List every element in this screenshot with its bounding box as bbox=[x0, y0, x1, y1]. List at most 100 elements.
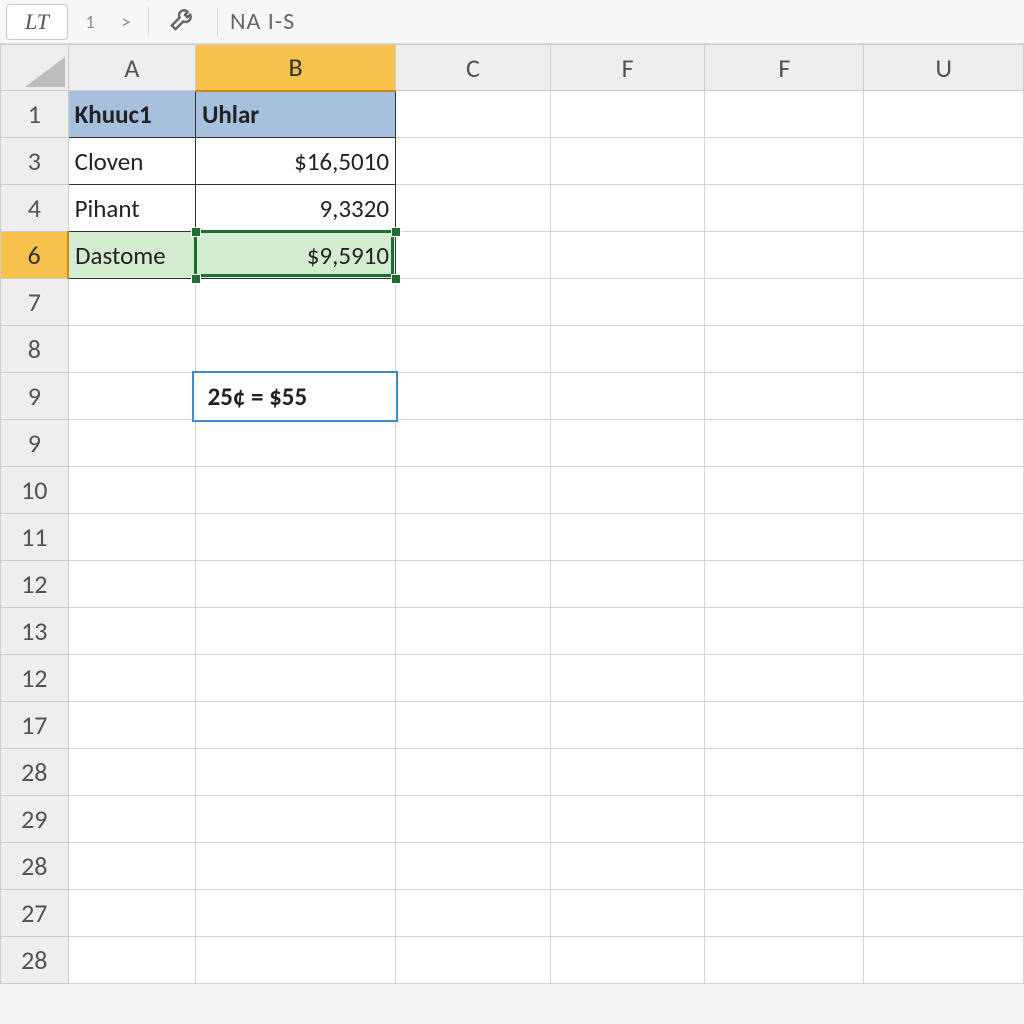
cell[interactable] bbox=[550, 420, 705, 467]
cell[interactable] bbox=[396, 514, 551, 561]
cell[interactable] bbox=[705, 655, 864, 702]
cell[interactable] bbox=[864, 420, 1024, 467]
column-header-B[interactable]: B bbox=[196, 45, 396, 91]
cell[interactable] bbox=[705, 561, 864, 608]
cell[interactable] bbox=[68, 937, 195, 984]
cell[interactable] bbox=[705, 796, 864, 843]
cell[interactable] bbox=[864, 890, 1024, 937]
column-header-A[interactable]: A bbox=[68, 45, 195, 91]
cell[interactable] bbox=[396, 937, 551, 984]
cell[interactable] bbox=[550, 655, 705, 702]
cell[interactable] bbox=[864, 91, 1024, 138]
row-header[interactable]: 4 bbox=[1, 185, 69, 232]
cell[interactable] bbox=[705, 420, 864, 467]
cell[interactable] bbox=[864, 514, 1024, 561]
column-header-F2[interactable]: F bbox=[705, 45, 864, 91]
cell[interactable] bbox=[705, 702, 864, 749]
row-header[interactable]: 1 bbox=[1, 91, 69, 138]
cell[interactable] bbox=[550, 373, 705, 420]
cell[interactable] bbox=[864, 843, 1024, 890]
cell[interactable] bbox=[864, 467, 1024, 514]
cell[interactable] bbox=[396, 890, 551, 937]
cell[interactable] bbox=[68, 279, 195, 326]
cell[interactable] bbox=[196, 890, 396, 937]
cell[interactable] bbox=[864, 796, 1024, 843]
row-header[interactable]: 17 bbox=[1, 702, 69, 749]
cell[interactable] bbox=[396, 796, 551, 843]
cell[interactable] bbox=[396, 420, 551, 467]
cell[interactable] bbox=[550, 467, 705, 514]
cell[interactable] bbox=[196, 420, 396, 467]
cell[interactable] bbox=[68, 608, 195, 655]
row-header[interactable]: 9 bbox=[1, 373, 69, 420]
cell[interactable] bbox=[864, 373, 1024, 420]
cell[interactable] bbox=[68, 467, 195, 514]
cell[interactable] bbox=[68, 890, 195, 937]
cell[interactable] bbox=[396, 138, 551, 185]
cell[interactable] bbox=[705, 326, 864, 373]
cell[interactable] bbox=[705, 749, 864, 796]
row-header[interactable]: 28 bbox=[1, 937, 69, 984]
cell[interactable] bbox=[705, 937, 864, 984]
cell[interactable] bbox=[550, 608, 705, 655]
nav-prev-button[interactable]: 1 bbox=[76, 4, 104, 40]
cell[interactable] bbox=[196, 561, 396, 608]
cell[interactable] bbox=[68, 796, 195, 843]
cell[interactable]: Dastome bbox=[68, 232, 195, 279]
cell[interactable] bbox=[705, 232, 864, 279]
cell[interactable] bbox=[68, 561, 195, 608]
cell[interactable] bbox=[864, 937, 1024, 984]
cell[interactable] bbox=[396, 91, 551, 138]
cell[interactable] bbox=[196, 796, 396, 843]
row-header[interactable]: 6 bbox=[1, 232, 69, 279]
cell[interactable] bbox=[550, 326, 705, 373]
cell[interactable] bbox=[396, 702, 551, 749]
cell[interactable] bbox=[68, 749, 195, 796]
cell[interactable] bbox=[705, 373, 864, 420]
cell[interactable] bbox=[396, 561, 551, 608]
cell[interactable]: Cloven bbox=[68, 138, 195, 185]
cell[interactable]: $9,5910 bbox=[196, 232, 396, 279]
cell[interactable] bbox=[68, 326, 195, 373]
cell[interactable] bbox=[196, 749, 396, 796]
floating-value-box[interactable]: 25¢ = $55 bbox=[192, 371, 398, 422]
cell[interactable] bbox=[705, 514, 864, 561]
cell[interactable] bbox=[396, 843, 551, 890]
cell[interactable] bbox=[396, 373, 551, 420]
cell[interactable] bbox=[864, 608, 1024, 655]
cell[interactable] bbox=[550, 232, 705, 279]
cell[interactable] bbox=[550, 749, 705, 796]
cell[interactable] bbox=[196, 655, 396, 702]
cell[interactable] bbox=[550, 138, 705, 185]
cell[interactable] bbox=[550, 843, 705, 890]
cell[interactable] bbox=[196, 843, 396, 890]
row-header[interactable]: 8 bbox=[1, 326, 69, 373]
row-header[interactable]: 3 bbox=[1, 138, 69, 185]
cell[interactable] bbox=[396, 279, 551, 326]
row-header[interactable]: 11 bbox=[1, 514, 69, 561]
cell[interactable] bbox=[705, 890, 864, 937]
nav-next-button[interactable]: > bbox=[112, 4, 140, 40]
cell[interactable] bbox=[68, 702, 195, 749]
cell[interactable]: 9,3320 bbox=[196, 185, 396, 232]
cell[interactable] bbox=[196, 279, 396, 326]
cell[interactable] bbox=[864, 655, 1024, 702]
cell[interactable] bbox=[705, 138, 864, 185]
cell[interactable] bbox=[68, 655, 195, 702]
cell[interactable]: Uhlar bbox=[196, 91, 396, 138]
row-header[interactable]: 28 bbox=[1, 749, 69, 796]
select-all-corner[interactable] bbox=[1, 45, 69, 91]
cell[interactable] bbox=[864, 138, 1024, 185]
name-box[interactable]: LT bbox=[6, 4, 68, 40]
column-header-U[interactable]: U bbox=[864, 45, 1024, 91]
cell[interactable] bbox=[550, 279, 705, 326]
cell[interactable] bbox=[550, 561, 705, 608]
cell[interactable] bbox=[705, 467, 864, 514]
row-header[interactable]: 28 bbox=[1, 843, 69, 890]
cell[interactable] bbox=[68, 514, 195, 561]
cell[interactable] bbox=[68, 420, 195, 467]
column-header-C[interactable]: C bbox=[396, 45, 551, 91]
cell[interactable] bbox=[864, 702, 1024, 749]
cell[interactable] bbox=[550, 890, 705, 937]
column-header-F[interactable]: F bbox=[550, 45, 705, 91]
